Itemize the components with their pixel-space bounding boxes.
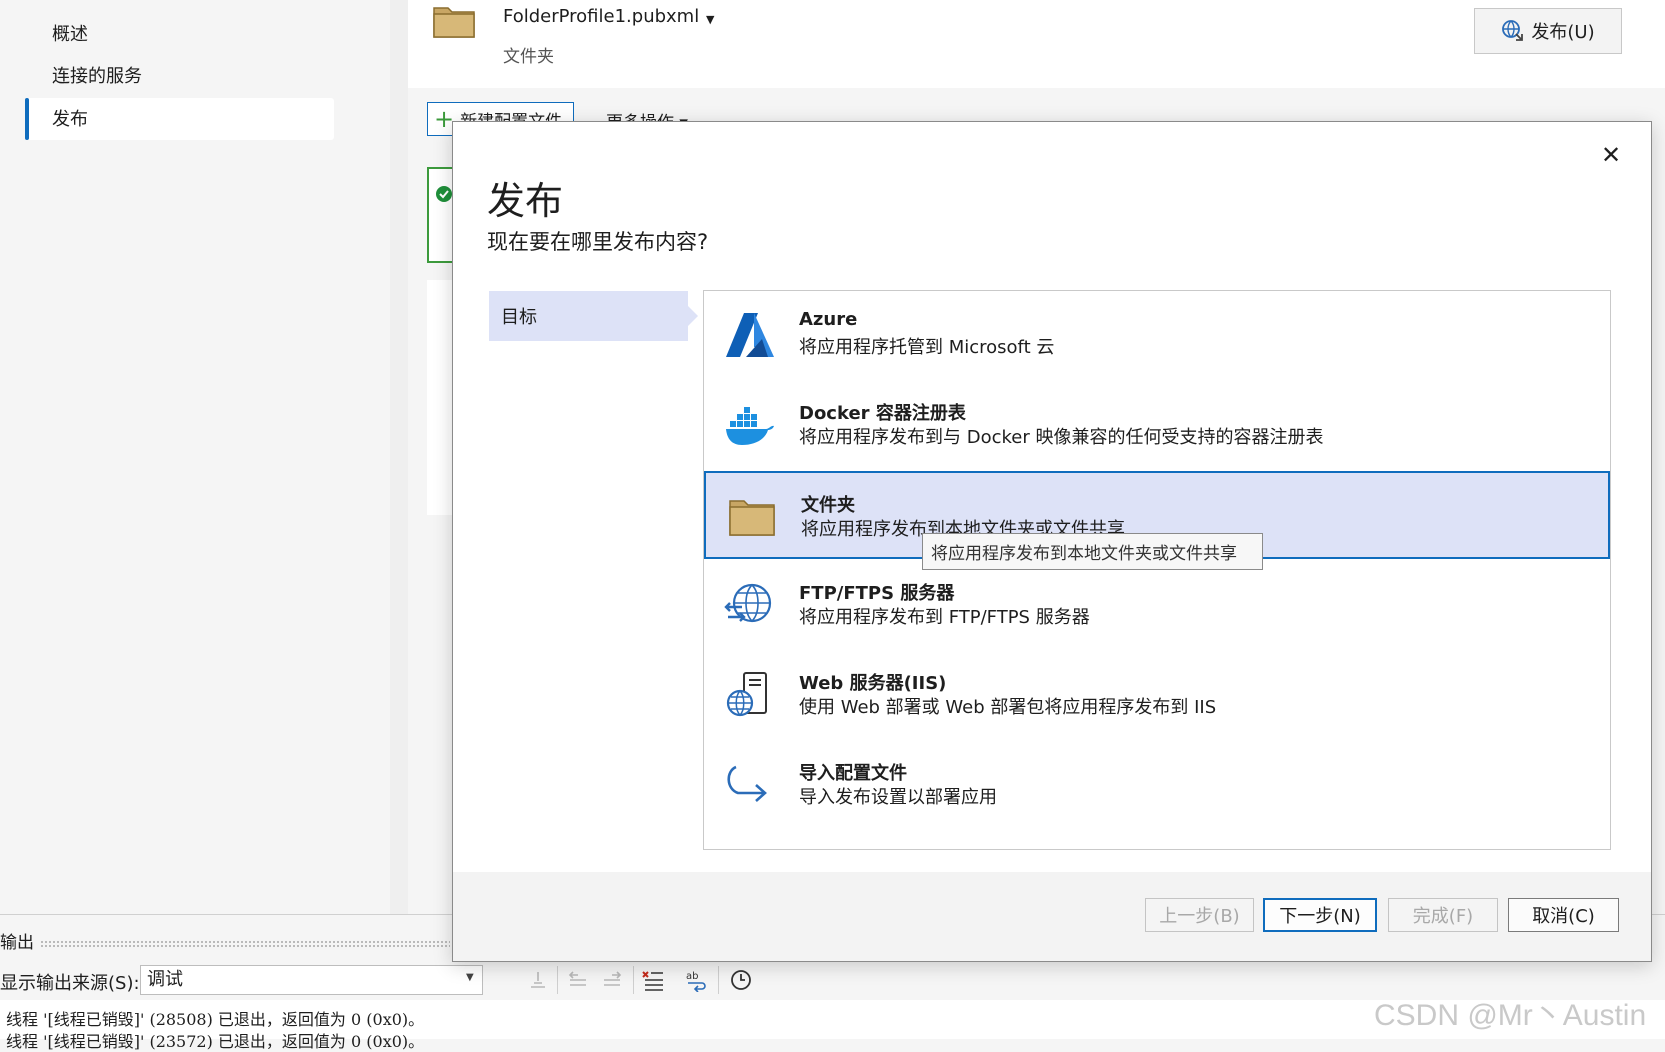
globe-publish-icon — [1502, 20, 1524, 41]
toolbar-separator — [718, 966, 719, 994]
option-description: 使用 Web 部署或 Web 部署包将应用程序发布到 IIS — [799, 697, 1217, 718]
clock-icon[interactable] — [727, 966, 755, 994]
chevron-down-icon[interactable]: ▼ — [466, 972, 474, 983]
word-wrap-icon[interactable]: ab — [683, 966, 711, 994]
target-option-iis[interactable]: Web 服务器(IIS) 使用 Web 部署或 Web 部署包将应用程序发布到 … — [704, 651, 1610, 739]
output-line: 线程 '[线程已销毁]' (23572) 已退出，返回值为 0 (0x0)。 — [6, 1032, 425, 1051]
clear-all-icon[interactable] — [639, 966, 667, 994]
nav-step-pointer — [688, 306, 698, 326]
target-option-azure[interactable]: Azure 将应用程序托管到 Microsoft 云 — [704, 291, 1610, 379]
option-title: 文件夹 — [801, 495, 855, 516]
dialog-title: 发布 — [487, 179, 564, 223]
previous-message-icon[interactable] — [564, 966, 592, 994]
back-button[interactable]: 上一步(B) — [1145, 898, 1254, 932]
toolbar-separator — [557, 966, 558, 994]
chevron-down-icon[interactable]: ▼ — [706, 13, 714, 26]
azure-icon — [726, 313, 774, 357]
cancel-button[interactable]: 取消(C) — [1508, 898, 1619, 932]
option-description: 将应用程序发布到与 Docker 映像兼容的任何受支持的容器注册表 — [799, 427, 1324, 448]
option-title: Azure — [799, 309, 858, 330]
finish-button[interactable]: 完成(F) — [1388, 898, 1498, 932]
publish-button-label: 发布(U) — [1531, 22, 1595, 43]
output-source-label: 显示输出来源(S): — [0, 973, 140, 994]
option-title: FTP/FTPS 服务器 — [799, 583, 955, 604]
nav-step-target[interactable]: 目标 — [489, 291, 688, 341]
watermark: CSDN @Mr丶Austin — [1374, 999, 1647, 1032]
nav-step-label: 目标 — [501, 307, 537, 328]
target-option-docker[interactable]: Docker 容器注册表 将应用程序发布到与 Docker 映像兼容的任何受支持… — [704, 381, 1610, 469]
output-drag-grip[interactable] — [40, 940, 450, 948]
dialog-subtitle: 现在要在哪里发布内容? — [487, 230, 709, 254]
docker-icon — [726, 407, 774, 445]
go-to-source-icon[interactable] — [524, 966, 552, 994]
sidebar-item-overview[interactable]: 概述 — [52, 20, 88, 46]
option-title: 导入配置文件 — [799, 763, 907, 784]
close-icon[interactable]: ✕ — [1594, 138, 1628, 172]
profile-name[interactable]: FolderProfile1.pubxml — [503, 6, 699, 27]
option-title: Web 服务器(IIS) — [799, 673, 947, 694]
output-line: 线程 '[线程已销毁]' (28508) 已退出，返回值为 0 (0x0)。 — [6, 1010, 425, 1029]
sidebar-active-indicator — [25, 98, 29, 140]
svg-text:ab: ab — [686, 971, 698, 982]
iis-server-icon — [726, 672, 767, 717]
toolbar-separator — [633, 966, 634, 994]
output-source-select[interactable]: 调试 — [140, 965, 483, 995]
target-option-ftp[interactable]: FTP/FTPS 服务器 将应用程序发布到 FTP/FTPS 服务器 — [704, 561, 1610, 649]
folder-icon — [729, 500, 775, 536]
ftp-icon — [724, 583, 772, 623]
next-message-icon[interactable] — [598, 966, 626, 994]
option-description: 导入发布设置以部署应用 — [799, 787, 997, 808]
next-button[interactable]: 下一步(N) — [1263, 898, 1377, 932]
option-title: Docker 容器注册表 — [799, 403, 966, 424]
import-arrow-icon — [727, 765, 767, 802]
output-title: 输出 — [0, 933, 34, 953]
profile-type: 文件夹 — [503, 47, 554, 67]
success-check-icon — [436, 186, 452, 202]
target-option-import[interactable]: 导入配置文件 导入发布设置以部署应用 — [704, 741, 1610, 829]
folder-icon — [433, 7, 475, 38]
option-description: 将应用程序托管到 Microsoft 云 — [799, 337, 1055, 358]
publish-button[interactable]: 发布(U) — [1474, 8, 1622, 54]
tooltip: 将应用程序发布到本地文件夹或文件共享 — [922, 533, 1263, 570]
content-divider — [390, 0, 408, 915]
option-description: 将应用程序发布到 FTP/FTPS 服务器 — [799, 607, 1090, 628]
sidebar: 概述 连接的服务 发布 — [0, 0, 385, 915]
sidebar-item-publish[interactable]: 发布 — [52, 105, 88, 131]
sidebar-item-connected-services[interactable]: 连接的服务 — [52, 62, 142, 88]
